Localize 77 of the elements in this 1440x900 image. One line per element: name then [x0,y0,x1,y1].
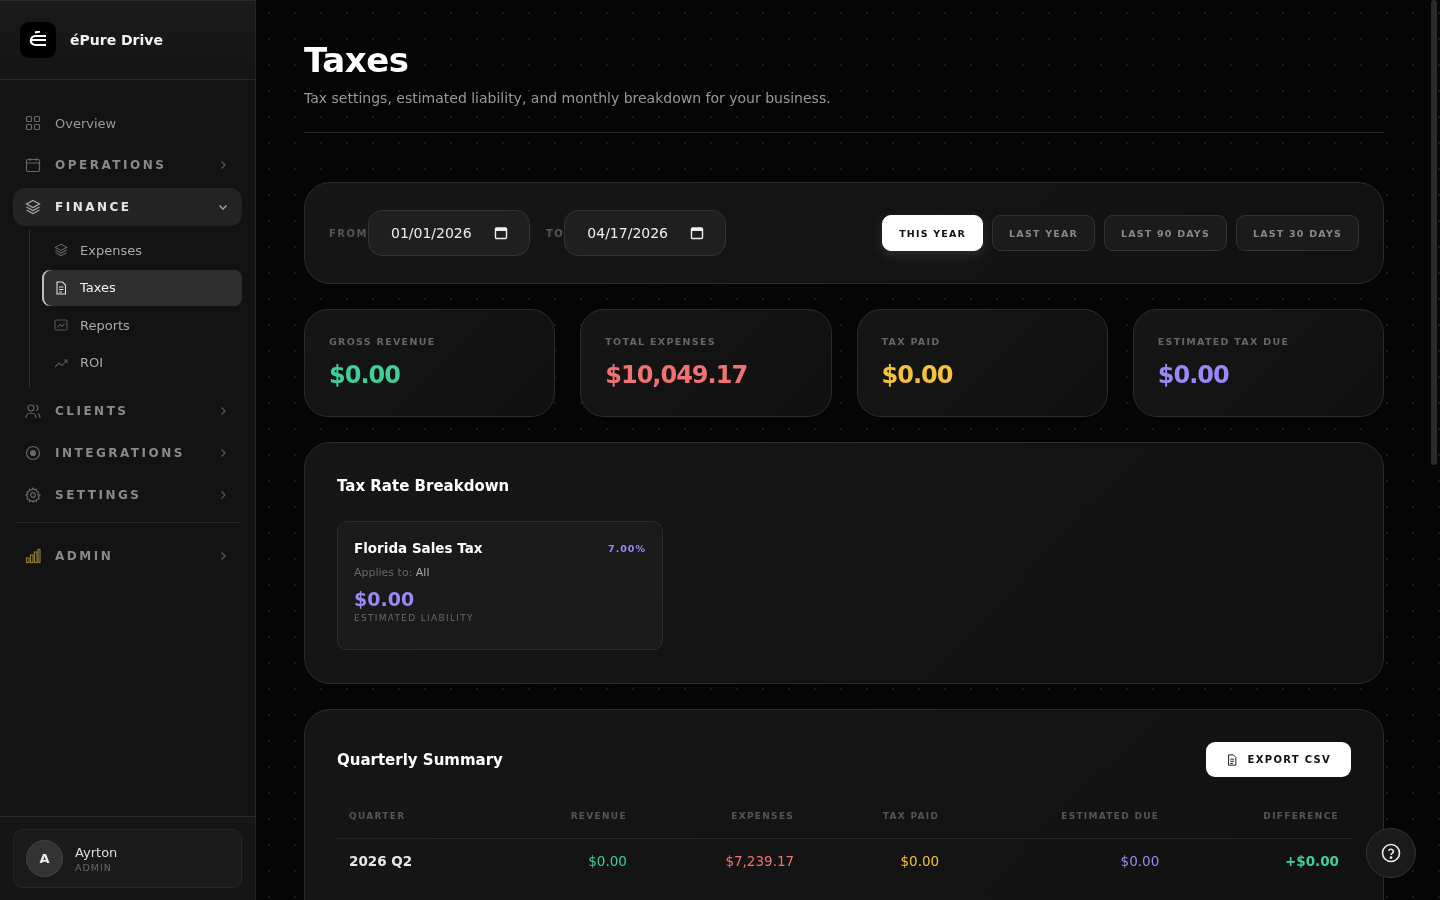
liability-label: ESTIMATED LIABILITY [354,613,474,623]
stat-label: TOTAL EXPENSES [605,336,716,347]
date-preset-button[interactable]: LAST 90 DAYS [1103,215,1227,251]
column-header: TAX PAID [806,811,952,839]
target-icon [25,445,41,461]
to-label: TO [546,227,565,239]
calendar-icon [690,226,705,240]
tax-name: Florida Sales Tax [354,540,483,556]
user-card[interactable]: A Ayrton ADMIN [13,829,242,888]
page-title: Taxes [304,40,409,80]
liability-amount: $0.00 [354,588,415,610]
stat-label: TAX PAID [881,336,941,347]
table-cell: $7,239.17 [638,838,807,883]
stat-label: GROSS REVENUE [329,336,436,347]
date-preset-button[interactable]: THIS YEAR [882,215,984,251]
section-title: Quarterly Summary [337,750,503,769]
chevron-right-icon [218,406,228,416]
layers-icon [54,243,68,257]
document-icon [1225,753,1238,766]
table-cell: $0.00 [494,838,639,883]
user-name: Ayrton [75,844,118,860]
chevron-right-icon [218,448,228,458]
nav-link[interactable]: Overview [13,104,242,142]
date-field[interactable]: 01/01/2026 [368,210,530,256]
nav-section[interactable]: FINANCE [13,188,242,226]
nav-section[interactable]: ADMIN [13,537,242,575]
page-subtitle: Tax settings, estimated liability, and monthly breakdown for your business. [304,90,831,106]
bar-chart-icon [25,548,41,564]
table-cell: $0.00 [806,838,952,883]
logo-icon [27,31,49,49]
layers-icon [25,199,41,215]
calendar-icon [25,157,41,173]
scrollbar-thumb[interactable] [1431,0,1437,465]
users-icon [25,403,41,419]
section-title: Tax Rate Breakdown [337,477,510,495]
nav-section[interactable]: SETTINGS [13,476,242,514]
table-cell: +$0.00 [1171,838,1351,883]
from-label: FROM [329,227,368,239]
date-preset-button[interactable]: LAST 30 DAYS [1236,215,1359,251]
chart-window-icon [54,318,68,332]
nav-subitem[interactable]: Reports [42,307,242,343]
table-cell: $0.00 [951,838,1172,883]
stat-value: $0.00 [329,361,400,389]
chevron-right-icon [218,551,228,561]
help-icon [1381,843,1401,863]
brand-logo[interactable] [20,22,56,58]
nav-subitem[interactable]: Taxes [42,269,242,306]
user-role: ADMIN [75,861,113,873]
nav-section[interactable]: INTEGRATIONS [13,434,242,472]
chevron-right-icon [218,490,228,500]
column-header: REVENUE [494,811,639,839]
column-header: ESTIMATED DUE [951,811,1172,839]
stat-value: $0.00 [1157,361,1229,389]
date-preset-button[interactable]: LAST YEAR [992,215,1095,251]
chevron-down-icon [218,202,228,212]
brand-name: éPure Drive [70,32,163,48]
date-field[interactable]: 04/17/2026 [564,210,727,256]
settings-icon [25,487,41,503]
chevron-right-icon [218,160,228,170]
calendar-icon [494,226,508,240]
nav-section[interactable]: OPERATIONS [13,146,242,184]
column-header: EXPENSES [638,811,807,839]
stat-value: $10,049.17 [605,361,748,389]
table-cell: 2026 Q2 [337,838,495,883]
stat-value: $0.00 [881,361,953,389]
applies-to-text: Applies to: All [354,566,430,579]
document-icon [54,280,68,295]
nav-section[interactable]: CLIENTS [13,392,242,430]
column-header: DIFFERENCE [1171,811,1351,839]
stat-label: ESTIMATED TAX DUE [1157,336,1290,347]
nav-subitem[interactable]: ROI [42,344,242,381]
export-button[interactable]: EXPORT CSV [1205,742,1351,777]
column-header: QUARTER [337,811,495,839]
nav-subitem[interactable]: Expenses [42,232,242,268]
tax-rate: 7.00% [608,542,646,554]
grid-icon [25,115,41,131]
user-avatar: A [26,840,63,877]
